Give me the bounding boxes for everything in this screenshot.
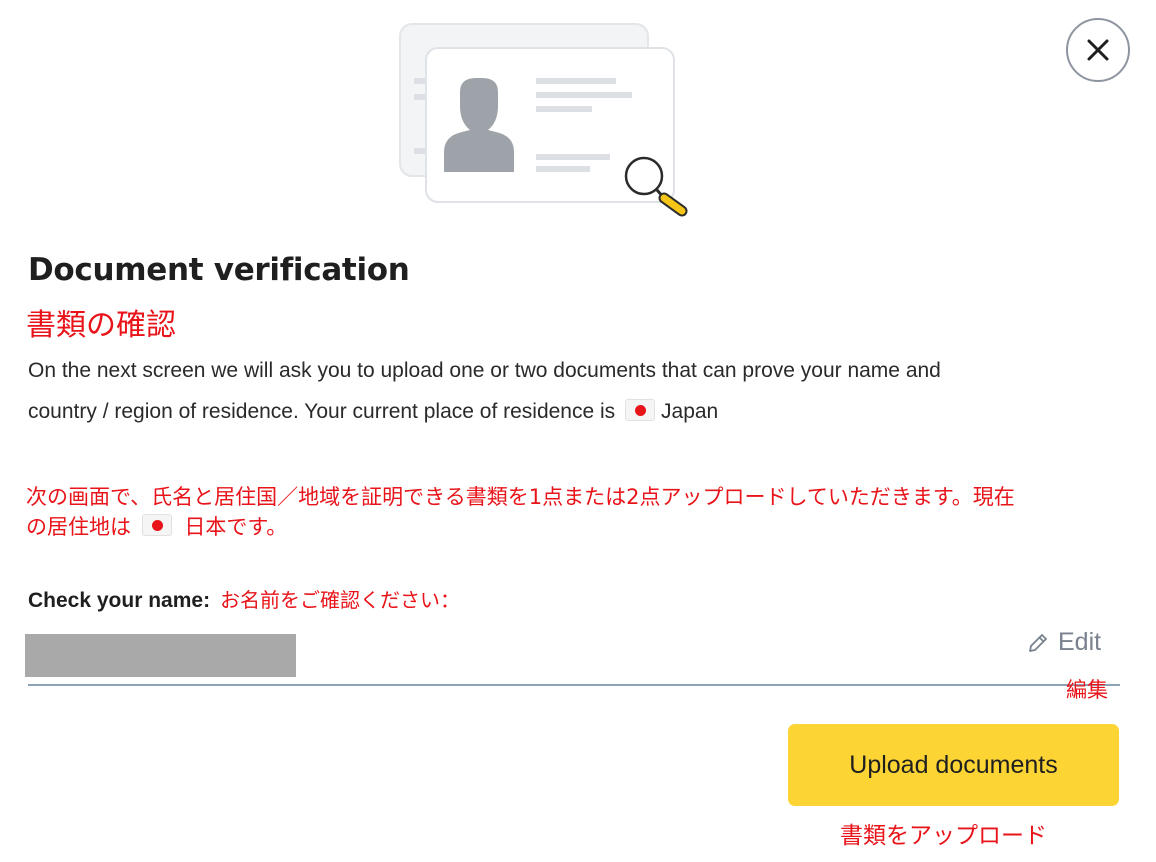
close-icon: [1087, 39, 1109, 61]
description-translation: 次の画面で、氏名と居住国／地域を証明できる書類を1点または2点アップロードしてい…: [26, 482, 1026, 542]
page-title-translation: 書類の確認: [26, 308, 176, 343]
close-button[interactable]: [1066, 18, 1130, 82]
description-translation-text: 次の画面で、氏名と居住国／地域を証明できる書類を1点または2点アップロードしてい…: [26, 485, 1015, 539]
japan-flag-icon: [141, 514, 172, 536]
edit-label: Edit: [1058, 628, 1102, 656]
id-card-magnifier-icon: [399, 23, 688, 217]
edit-name-link[interactable]: Edit: [1026, 628, 1101, 657]
residence-country-translation: 日本です。: [184, 515, 288, 539]
name-field-underline: [28, 684, 1120, 686]
japan-flag-icon: [625, 399, 656, 421]
edit-label-translation: 編集: [1066, 678, 1108, 702]
upload-documents-button[interactable]: Upload documents: [788, 724, 1119, 806]
upload-documents-translation: 書類をアップロード: [840, 823, 1047, 849]
description-text: On the next screen we will ask you to up…: [28, 359, 941, 423]
check-name-label-translation: お名前をご確認ください：: [220, 588, 461, 612]
residence-country: Japan: [661, 400, 719, 423]
document-verification-dialog: Document verification 書類の確認 On the next …: [0, 0, 1156, 862]
page-title: Document verification: [28, 252, 410, 288]
description: On the next screen we will ask you to up…: [28, 350, 988, 432]
check-name-row: Check your name: お名前をご確認ください：: [28, 584, 460, 613]
check-name-label: Check your name:: [28, 589, 211, 612]
pencil-icon: [1029, 633, 1047, 652]
name-value-redacted: [25, 634, 296, 677]
